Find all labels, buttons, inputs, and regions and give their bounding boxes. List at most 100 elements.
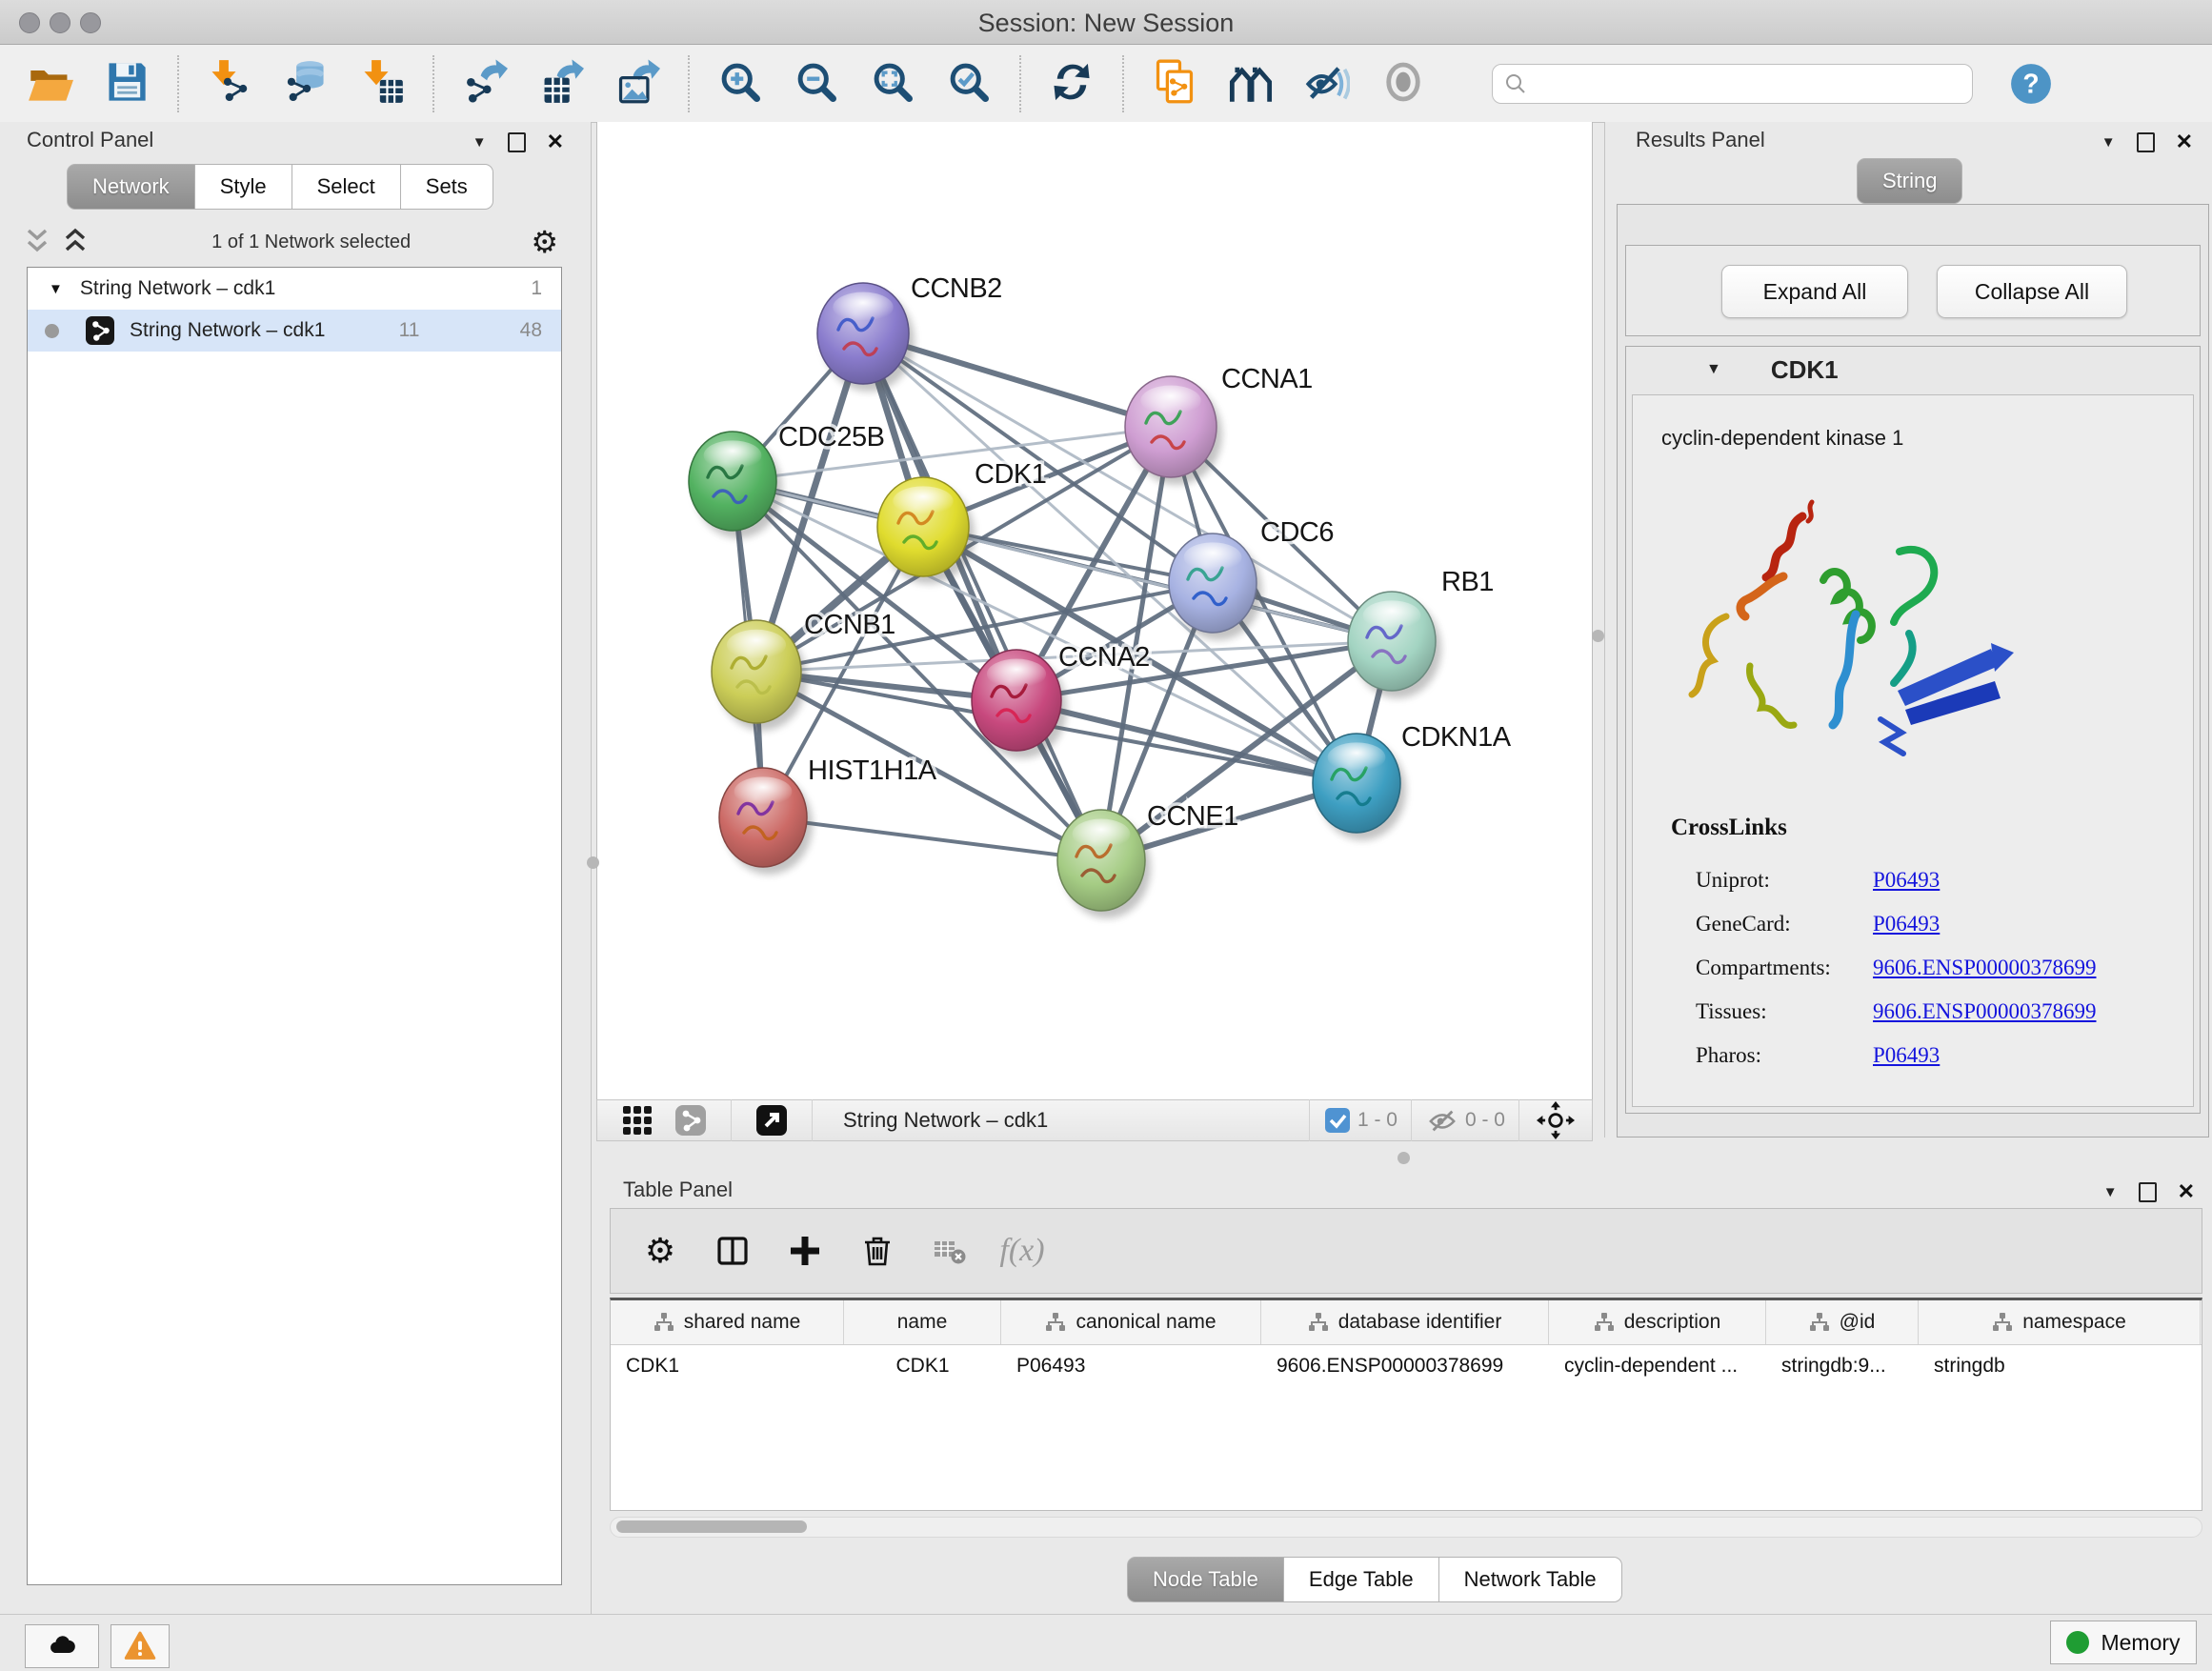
cell-id[interactable]: stringdb:9...: [1766, 1345, 1919, 1387]
column-header-name[interactable]: name: [844, 1300, 1001, 1344]
hide-selected-button[interactable]: [1303, 60, 1351, 108]
column-header-canonicalname[interactable]: canonical name: [1001, 1300, 1261, 1344]
warnings-button[interactable]: [111, 1624, 170, 1668]
selected-checkbox-icon[interactable]: [1325, 1108, 1350, 1133]
expand-all-networks-icon[interactable]: [59, 224, 91, 261]
refresh-layout-button[interactable]: [1048, 60, 1096, 108]
collapse-all-networks-icon[interactable]: [21, 224, 53, 261]
tab-select[interactable]: Select: [292, 164, 401, 210]
node-CDC25B[interactable]: [689, 432, 782, 538]
crosslink-link[interactable]: P06493: [1873, 912, 1940, 936]
node-RB1[interactable]: [1348, 592, 1441, 698]
cell-namespace[interactable]: stringdb: [1919, 1345, 2201, 1387]
collapse-all-button[interactable]: Collapse All: [1937, 265, 2127, 318]
duplicate-network-button[interactable]: [1151, 60, 1198, 108]
delete-table-button[interactable]: [931, 1232, 969, 1270]
collection-expander-icon[interactable]: ▼: [49, 281, 63, 297]
table-horizontal-scrollbar[interactable]: [610, 1517, 2202, 1538]
left-splitter-handle[interactable]: [587, 856, 599, 869]
tab-sets[interactable]: Sets: [401, 164, 493, 210]
node-CDKN1A[interactable]: [1313, 734, 1406, 840]
panel-close-icon[interactable]: ✕: [2178, 1181, 2195, 1202]
node-label-CDK1: CDK1: [975, 459, 1046, 490]
zoom-in-button[interactable]: [716, 60, 764, 108]
help-button[interactable]: ?: [2009, 62, 2053, 106]
delete-column-button[interactable]: [858, 1232, 896, 1270]
function-builder-button[interactable]: f(x): [1003, 1232, 1041, 1270]
export-image-button[interactable]: [613, 60, 661, 108]
tab-network[interactable]: Network: [67, 164, 195, 210]
add-column-button[interactable]: [786, 1232, 824, 1270]
search-input[interactable]: [1535, 70, 1961, 97]
network-options-gear-icon[interactable]: ⚙: [531, 227, 558, 257]
column-header-sharedname[interactable]: shared name: [611, 1300, 844, 1344]
column-header-description[interactable]: description: [1549, 1300, 1766, 1344]
node-CCNB2[interactable]: [817, 283, 915, 392]
node-CDK1[interactable]: [877, 477, 975, 584]
first-neighbors-button[interactable]: [1227, 60, 1275, 108]
export-table-button[interactable]: [537, 60, 585, 108]
window-title: Session: New Session: [0, 9, 2212, 38]
fit-content-move-icon[interactable]: [1537, 1101, 1575, 1139]
import-network-file-button[interactable]: [206, 60, 253, 108]
table-row[interactable]: CDK1CDK1P064939606.ENSP00000378699cyclin…: [611, 1345, 2202, 1387]
title-bar: Session: New Session: [0, 0, 2212, 45]
node-CCNA1[interactable]: [1125, 376, 1222, 485]
panel-close-icon[interactable]: ✕: [2176, 131, 2193, 152]
crosslink-link[interactable]: P06493: [1873, 1043, 1940, 1068]
scrollbar-thumb[interactable]: [616, 1520, 807, 1533]
network-graph[interactable]: CCNB2CCNA1CDC25BCDK1CDC6RB1CCNB1CCNA2CDK…: [597, 122, 1592, 1097]
birds-eye-view-icon[interactable]: [622, 1105, 653, 1136]
export-network-button[interactable]: [461, 60, 509, 108]
zoom-out-button[interactable]: [793, 60, 840, 108]
cell-name[interactable]: CDK1: [844, 1345, 1001, 1387]
bottom-splitter-handle[interactable]: [1398, 1152, 1410, 1164]
cloud-button[interactable]: [25, 1624, 99, 1668]
right-splitter-handle[interactable]: [1592, 630, 1604, 642]
node-CCNE1[interactable]: [1057, 810, 1151, 918]
network-row[interactable]: String Network – cdk1 11 48: [28, 310, 561, 352]
panel-collapse-icon[interactable]: ▼: [2101, 134, 2116, 151]
import-table-button[interactable]: [358, 60, 406, 108]
node-HIST1H1A[interactable]: [719, 768, 813, 875]
cell-databaseidentifier[interactable]: 9606.ENSP00000378699: [1261, 1345, 1549, 1387]
network-canvas[interactable]: CCNB2CCNA1CDC25BCDK1CDC6RB1CCNB1CCNA2CDK…: [596, 122, 1593, 1099]
panel-float-icon[interactable]: [2137, 132, 2155, 152]
tab-network-table[interactable]: Network Table: [1439, 1557, 1622, 1602]
crosslink-link[interactable]: 9606.ENSP00000378699: [1873, 999, 2097, 1024]
table-gear-button[interactable]: ⚙: [641, 1232, 679, 1270]
node-table[interactable]: shared namenamecanonical namedatabase id…: [610, 1298, 2202, 1511]
save-session-button[interactable]: [103, 60, 151, 108]
column-header-databaseidentifier[interactable]: database identifier: [1261, 1300, 1549, 1344]
tab-style[interactable]: Style: [195, 164, 292, 210]
column-header-id[interactable]: @id: [1766, 1300, 1919, 1344]
crosslink-link[interactable]: 9606.ENSP00000378699: [1873, 956, 2097, 980]
tab-edge-table[interactable]: Edge Table: [1284, 1557, 1439, 1602]
import-network-database-button[interactable]: [282, 60, 330, 108]
tab-node-table[interactable]: Node Table: [1127, 1557, 1284, 1602]
cell-sharedname[interactable]: CDK1: [611, 1345, 844, 1387]
expand-all-button[interactable]: Expand All: [1721, 265, 1908, 318]
panel-float-icon[interactable]: [508, 132, 526, 152]
panel-close-icon[interactable]: ✕: [547, 131, 564, 152]
edge-HIST1H1A-CCNE1[interactable]: [763, 817, 1101, 860]
zoom-selected-button[interactable]: [945, 60, 993, 108]
zoom-fit-button[interactable]: [869, 60, 916, 108]
open-in-window-icon[interactable]: [756, 1105, 787, 1136]
open-session-button[interactable]: [27, 60, 74, 108]
node-section-header[interactable]: ▼ CDK1: [1626, 347, 2200, 393]
memory-button[interactable]: Memory: [2050, 1621, 2197, 1664]
column-visibility-button[interactable]: [714, 1232, 752, 1270]
panel-collapse-icon[interactable]: ▼: [2103, 1184, 2118, 1200]
panel-float-icon[interactable]: [2139, 1182, 2157, 1202]
panel-collapse-icon[interactable]: ▼: [473, 134, 487, 151]
cell-description[interactable]: cyclin-dependent ...: [1549, 1345, 1766, 1387]
search-box[interactable]: [1492, 64, 1973, 104]
crosslink-link[interactable]: P06493: [1873, 868, 1940, 893]
column-header-namespace[interactable]: namespace: [1919, 1300, 2201, 1344]
network-collection-row[interactable]: ▼ String Network – cdk1 1: [28, 268, 561, 310]
show-all-button[interactable]: [1379, 60, 1427, 108]
section-expander-icon[interactable]: ▼: [1706, 361, 1721, 378]
cell-canonicalname[interactable]: P06493: [1001, 1345, 1261, 1387]
tab-string[interactable]: String: [1857, 158, 1962, 204]
